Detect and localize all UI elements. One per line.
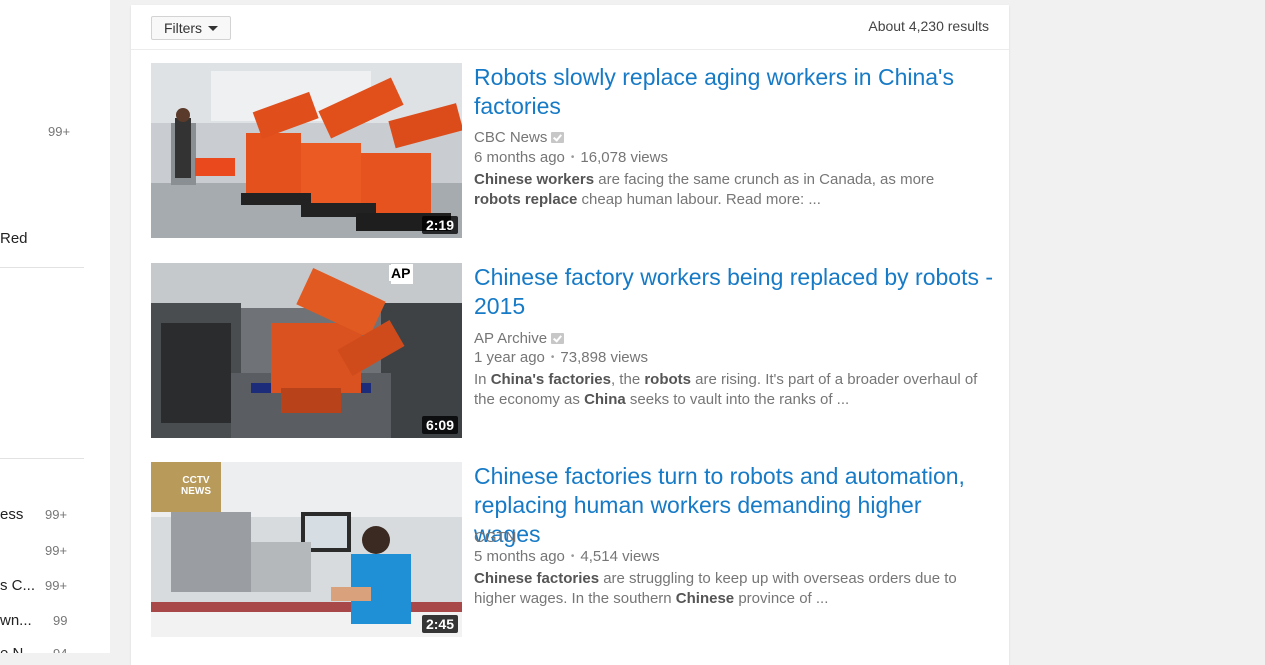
view-count: 73,898 views <box>560 349 648 366</box>
sidebar-item-label[interactable]: wn... <box>0 612 32 629</box>
video-thumbnail[interactable]: 2:19 <box>151 63 462 238</box>
highlighted-keyword: Chinese factories <box>474 570 600 587</box>
sidebar-item-label[interactable]: e N... <box>0 645 36 653</box>
description-text: are facing the same crunch as in Canada,… <box>594 171 935 188</box>
ap-logo: AP <box>389 265 413 281</box>
verified-icon <box>551 333 565 344</box>
filters-bar: Filters About 4,230 results <box>131 5 1009 50</box>
video-description: Chinese workers are facing the same crun… <box>474 170 984 210</box>
sidebar-item-count: 99+ <box>45 543 68 558</box>
sidebar-item-label[interactable]: ess <box>0 506 23 523</box>
view-count: 4,514 views <box>580 548 660 565</box>
description-text: , the <box>610 371 645 388</box>
factory-robots-image <box>151 63 462 238</box>
filters-button-label: Filters <box>163 20 203 36</box>
video-meta: 1 year ago • 73,898 views <box>474 349 648 366</box>
sidebar-item-count: 94 <box>53 646 67 653</box>
caret-down-icon <box>208 25 219 31</box>
highlighted-keyword: robots <box>474 191 521 208</box>
upload-age: 6 months ago <box>474 149 565 166</box>
channel-name: CBC News <box>474 129 548 146</box>
sidebar-item-count: 99+ <box>45 507 68 522</box>
video-meta: 6 months ago • 16,078 views <box>474 149 668 166</box>
highlighted-keyword: China <box>584 391 626 408</box>
view-count: 16,078 views <box>580 149 668 166</box>
upload-age: 1 year ago <box>474 349 545 366</box>
video-title[interactable]: Chinese factory workers being replaced b… <box>474 263 994 321</box>
results-count: About 4,230 results <box>868 18 989 34</box>
video-meta: 5 months ago • 4,514 views <box>474 548 660 565</box>
video-description: Chinese factories are struggling to keep… <box>474 569 984 609</box>
video-thumbnail[interactable]: AP 6:09 <box>151 263 462 438</box>
channel-name: AP Archive <box>474 330 548 347</box>
description-text: In <box>474 371 491 388</box>
sidebar-item-count: 99+ <box>48 124 71 139</box>
robot-arm-image <box>151 263 462 438</box>
video-result: 2:19 Robots slowly replace aging workers… <box>151 63 991 238</box>
separator-dot-icon: • <box>550 352 555 363</box>
filters-button[interactable]: Filters <box>151 16 231 40</box>
video-title[interactable]: Robots slowly replace aging workers in C… <box>474 63 994 121</box>
sidebar-item-label[interactable]: s C... <box>0 577 35 594</box>
video-result: AP 6:09 Chinese factory workers being re… <box>151 263 994 438</box>
video-result: CCTV NEWS 2:45 Chinese factories turn to… <box>151 462 991 637</box>
video-duration: 6:09 <box>421 416 458 434</box>
channel-link[interactable]: AP Archive <box>474 330 565 347</box>
verified-icon <box>551 132 565 143</box>
channel-link[interactable]: CBC News <box>474 129 565 146</box>
upload-age: 5 months ago <box>474 548 565 565</box>
sidebar-item-label[interactable]: Red <box>0 230 28 247</box>
video-description: In China's factories, the robots are ris… <box>474 370 984 410</box>
description-text: province of ... <box>734 590 829 607</box>
separator-dot-icon: • <box>570 551 575 562</box>
sidebar-item-count: 99 <box>53 613 68 628</box>
highlighted-keyword: China's factories <box>490 371 611 388</box>
channel-name: CGTN <box>474 529 517 546</box>
video-duration: 2:45 <box>421 615 458 633</box>
video-duration: 2:19 <box>421 216 458 234</box>
sidebar-divider <box>0 458 84 459</box>
highlighted-keyword: robots <box>644 371 691 388</box>
highlighted-keyword: Chinese <box>675 590 735 607</box>
sidebar-item-count: 99+ <box>45 578 68 593</box>
video-thumbnail[interactable]: CCTV NEWS 2:45 <box>151 462 462 637</box>
description-text: cheap human labour. Read more: ... <box>577 191 821 208</box>
search-results-panel: Filters About 4,230 results 2:19 Robots … <box>131 5 1009 665</box>
highlighted-keyword: Chinese workers <box>474 171 595 188</box>
separator-dot-icon: • <box>570 152 575 163</box>
sidebar-divider <box>0 267 84 268</box>
cctv-news-logo: CCTV NEWS <box>181 475 211 497</box>
video-title[interactable]: Chinese factories turn to robots and aut… <box>474 462 994 549</box>
guide-sidebar: 99+ Red ess 99+ 99+ s C... 99+ wn... 99 … <box>0 0 110 653</box>
description-text: seeks to vault into the ranks of ... <box>625 391 850 408</box>
highlighted-keyword: replace <box>524 191 578 208</box>
channel-link[interactable]: CGTN <box>474 529 517 546</box>
